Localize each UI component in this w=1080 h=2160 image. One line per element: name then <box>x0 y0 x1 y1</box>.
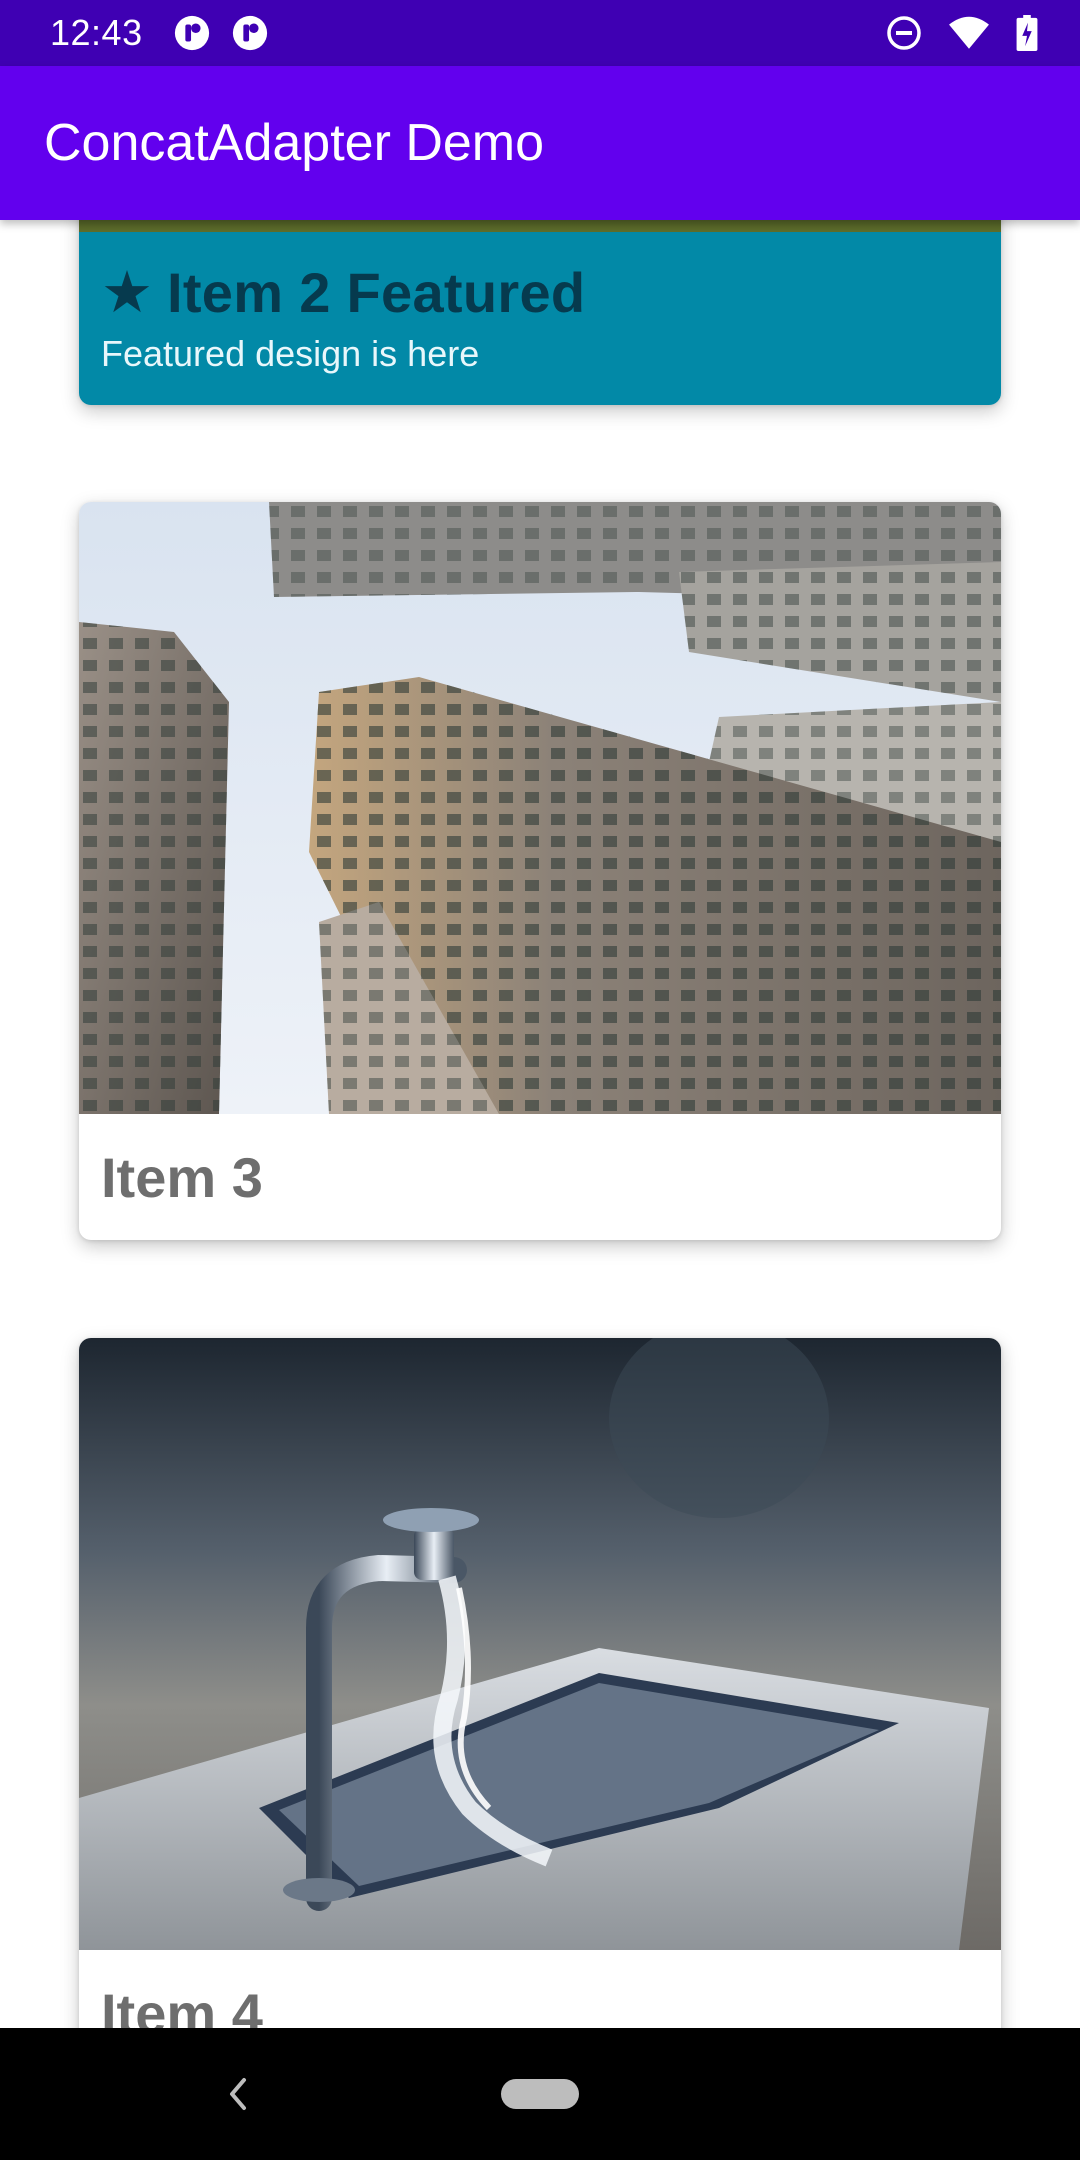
list-item-caption: Item 3 <box>79 1114 1001 1240</box>
app-title: ConcatAdapter Demo <box>44 114 545 172</box>
water-faucet-photo <box>79 1338 1001 1950</box>
notification-app-icon <box>232 15 267 51</box>
back-icon[interactable] <box>226 2072 250 2116</box>
app-bar: ConcatAdapter Demo <box>0 66 1080 220</box>
featured-subtitle: Featured design is here <box>101 333 480 374</box>
featured-title: Item 2 Featured <box>167 261 586 324</box>
list-item-label: Item 4 <box>101 1981 263 2029</box>
list-item-card[interactable]: Item 4 <box>79 1338 1001 2028</box>
battery-charging-icon <box>1016 15 1038 51</box>
home-pill-icon[interactable] <box>501 2079 579 2109</box>
do-not-disturb-icon <box>887 16 921 50</box>
recycler-list[interactable]: ★ Item 2 Featured Featured design is her… <box>0 220 1080 2028</box>
navigation-bar <box>0 2028 1080 2160</box>
notification-app-icon <box>174 15 209 51</box>
list-item-card[interactable]: Item 3 <box>79 502 1001 1240</box>
featured-card[interactable]: ★ Item 2 Featured Featured design is her… <box>79 220 1001 405</box>
system-icons <box>886 15 1038 51</box>
featured-card-image <box>79 220 1001 232</box>
wifi-icon <box>949 16 989 49</box>
skyscrapers-photo <box>79 502 1001 1114</box>
status-time: 12:43 <box>50 12 143 53</box>
list-item-label: Item 3 <box>101 1145 263 1209</box>
status-bar: 12:43 <box>0 0 1080 66</box>
featured-title-row: ★ Item 2 Featured <box>101 260 979 325</box>
screen: 12:43 ConcatAdapter Demo ★ Item 2 Featur… <box>0 0 1080 2160</box>
notification-icons <box>173 14 269 52</box>
star-icon: ★ <box>101 259 153 325</box>
list-item-caption: Item 4 <box>79 1950 1001 2029</box>
featured-card-body: ★ Item 2 Featured Featured design is her… <box>79 232 1001 405</box>
